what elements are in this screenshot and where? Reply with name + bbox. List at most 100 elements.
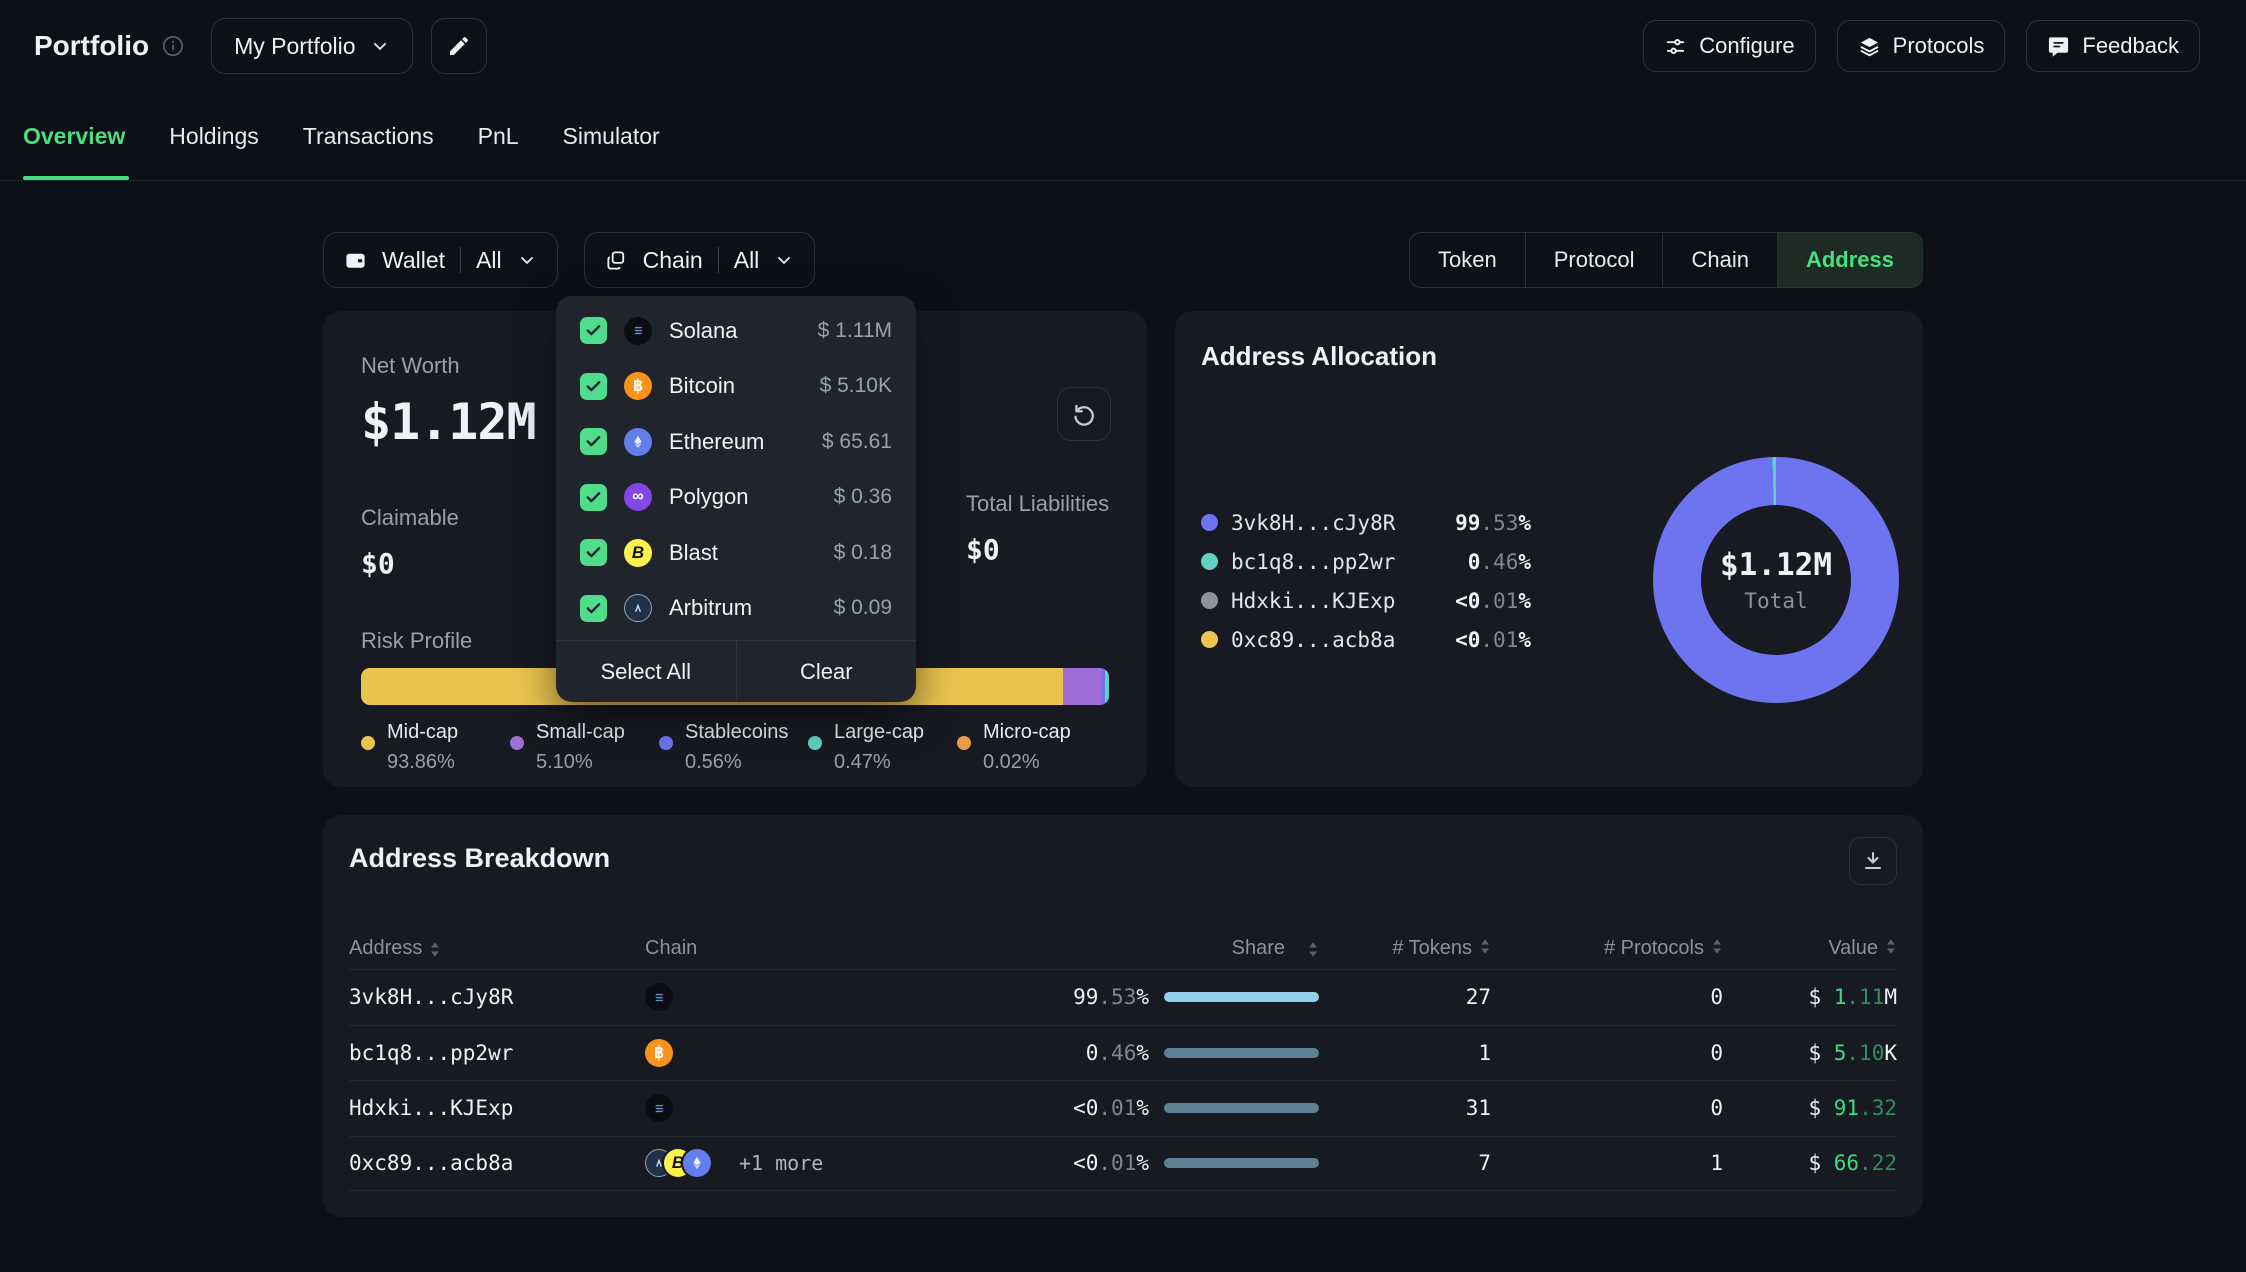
checkbox-checked[interactable] xyxy=(580,373,607,400)
chain-option-ethereum[interactable]: Ethereum $ 65.61 xyxy=(556,414,916,470)
chain-option-name: Arbitrum xyxy=(669,595,752,621)
row-value: $ 66.22 xyxy=(1723,1151,1897,1175)
row-tokens: 31 xyxy=(1319,1096,1491,1120)
column-header-value[interactable]: Value xyxy=(1723,937,1897,960)
feedback-button[interactable]: Feedback xyxy=(2026,20,2200,72)
ethereum-icon xyxy=(683,1149,711,1177)
risk-legend-item: Small-cap 5.10% xyxy=(510,721,659,774)
clear-button[interactable]: Clear xyxy=(736,641,917,702)
allocation-legend-item: 3vk8H...cJy8R 99.53% xyxy=(1201,503,1531,542)
chain-option-value: $ 0.09 xyxy=(834,596,892,620)
protocols-button[interactable]: Protocols xyxy=(1837,20,2006,72)
tab-holdings[interactable]: Holdings xyxy=(169,92,259,180)
donut-total-value: $1.12M xyxy=(1720,547,1832,583)
row-share: 99.53% xyxy=(895,985,1319,1009)
view-toggle: Token Protocol Chain Address xyxy=(1409,232,1923,288)
row-value: $ 91.32 xyxy=(1723,1096,1897,1120)
chain-option-arbitrum[interactable]: Arbitrum $ 0.09 xyxy=(556,581,916,637)
share-bar xyxy=(1164,1103,1319,1113)
total-liabilities-label: Total Liabilities xyxy=(966,491,1109,517)
portfolio-selector-label: My Portfolio xyxy=(234,33,355,60)
toggle-address[interactable]: Address xyxy=(1777,233,1922,287)
wallet-filter[interactable]: Wallet All xyxy=(323,232,558,288)
chain-option-polygon[interactable]: ∞ Polygon $ 0.36 xyxy=(556,470,916,526)
chain-filter[interactable]: Chain All xyxy=(584,232,816,288)
column-header-chain: Chain xyxy=(645,937,895,960)
checkbox-checked[interactable] xyxy=(580,317,607,344)
column-header-protocols[interactable]: # Protocols xyxy=(1491,937,1723,960)
refresh-button[interactable] xyxy=(1057,387,1111,441)
column-header-address[interactable]: Address xyxy=(349,937,645,960)
column-header-share[interactable]: Share xyxy=(895,937,1319,960)
row-address: bc1q8...pp2wr xyxy=(349,1041,645,1065)
layers-icon xyxy=(1858,35,1881,58)
chain-link-icon xyxy=(605,249,628,272)
chain-option-blast[interactable]: B Blast $ 0.18 xyxy=(556,525,916,581)
table-row[interactable]: Hdxki...KJExp <0.01% 31 0 $ 91.32 xyxy=(349,1080,1897,1136)
tab-transactions[interactable]: Transactions xyxy=(303,92,434,180)
row-share: <0.01% xyxy=(895,1096,1319,1120)
toggle-address-label: Address xyxy=(1806,247,1894,273)
polygon-icon: ∞ xyxy=(624,483,652,511)
chain-option-bitcoin[interactable]: ฿ Bitcoin $ 5.10K xyxy=(556,359,916,415)
download-button[interactable] xyxy=(1849,837,1897,885)
more-chains-label: +1 more xyxy=(739,1151,823,1175)
arbitrum-icon xyxy=(624,594,652,622)
table-row[interactable]: 3vk8H...cJy8R 99.53% 27 0 $ 1.11M xyxy=(349,969,1897,1025)
column-header-tokens[interactable]: # Tokens xyxy=(1319,937,1491,960)
checkbox-checked[interactable] xyxy=(580,539,607,566)
solana-icon xyxy=(645,983,673,1011)
allocation-dot xyxy=(1201,631,1218,648)
checkbox-checked[interactable] xyxy=(580,484,607,511)
table-row[interactable]: 0xc89...acb8a B +1 more <0.01% 7 1 $ 6 xyxy=(349,1136,1897,1192)
toggle-protocol[interactable]: Protocol xyxy=(1525,233,1663,287)
address-breakdown-title: Address Breakdown xyxy=(349,843,610,874)
total-liabilities-block: Total Liabilities $0 xyxy=(966,491,1109,566)
checkbox-checked[interactable] xyxy=(580,428,607,455)
row-value: $ 1.11M xyxy=(1723,985,1897,1009)
tab-pnl[interactable]: PnL xyxy=(478,92,519,180)
edit-portfolio-button[interactable] xyxy=(431,18,487,74)
risk-legend-pct: 0.02% xyxy=(983,751,1106,774)
checkbox-checked[interactable] xyxy=(580,595,607,622)
row-chains xyxy=(645,1094,895,1122)
clear-label: Clear xyxy=(800,659,853,685)
row-address: 3vk8H...cJy8R xyxy=(349,985,645,1009)
tab-transactions-label: Transactions xyxy=(303,123,434,150)
tab-bar: Overview Holdings Transactions PnL Simul… xyxy=(0,92,2246,181)
stablecoins-dot xyxy=(659,736,673,750)
chat-bubble-icon xyxy=(2047,35,2070,58)
tab-pnl-label: PnL xyxy=(478,123,519,150)
sliders-icon xyxy=(1664,35,1687,58)
allocation-address: 3vk8H...cJy8R xyxy=(1231,511,1455,535)
risk-legend-pct: 0.56% xyxy=(685,751,808,774)
page-title: Portfolio xyxy=(34,30,149,62)
configure-button[interactable]: Configure xyxy=(1643,20,1815,72)
allocation-legend-item: 0xc89...acb8a <0.01% xyxy=(1201,620,1531,659)
select-all-button[interactable]: Select All xyxy=(556,641,736,702)
tab-overview[interactable]: Overview xyxy=(23,92,125,180)
tab-simulator[interactable]: Simulator xyxy=(563,92,660,180)
risk-legend-pct: 5.10% xyxy=(536,751,659,774)
address-allocation-card: Address Allocation 3vk8H...cJy8R 99.53% … xyxy=(1175,311,1923,787)
filter-pills: Wallet All Chain All xyxy=(323,232,815,288)
chain-option-solana[interactable]: Solana $ 1.11M xyxy=(556,303,916,359)
allocation-address: 0xc89...acb8a xyxy=(1231,628,1455,652)
share-bar xyxy=(1164,1158,1319,1168)
allocation-address: bc1q8...pp2wr xyxy=(1231,550,1468,574)
wallet-filter-label: Wallet xyxy=(382,247,445,274)
table-row[interactable]: bc1q8...pp2wr ฿ 0.46% 1 0 $ 5.10K xyxy=(349,1025,1897,1081)
share-bar xyxy=(1164,1048,1319,1058)
wallet-filter-value: All xyxy=(476,247,502,274)
info-icon xyxy=(161,34,185,58)
risk-legend-item: Stablecoins 0.56% xyxy=(659,721,808,774)
toggle-token[interactable]: Token xyxy=(1410,233,1525,287)
chain-dropdown-panel: Solana $ 1.11M ฿ Bitcoin $ 5.10K Ethereu… xyxy=(556,296,916,702)
portfolio-selector[interactable]: My Portfolio xyxy=(211,18,412,74)
risk-legend-name: Large-cap xyxy=(834,721,957,744)
toggle-chain[interactable]: Chain xyxy=(1662,233,1776,287)
large-cap-dot xyxy=(808,736,822,750)
row-tokens: 1 xyxy=(1319,1041,1491,1065)
feedback-label: Feedback xyxy=(2082,33,2179,59)
allocation-address: Hdxki...KJExp xyxy=(1231,589,1455,613)
